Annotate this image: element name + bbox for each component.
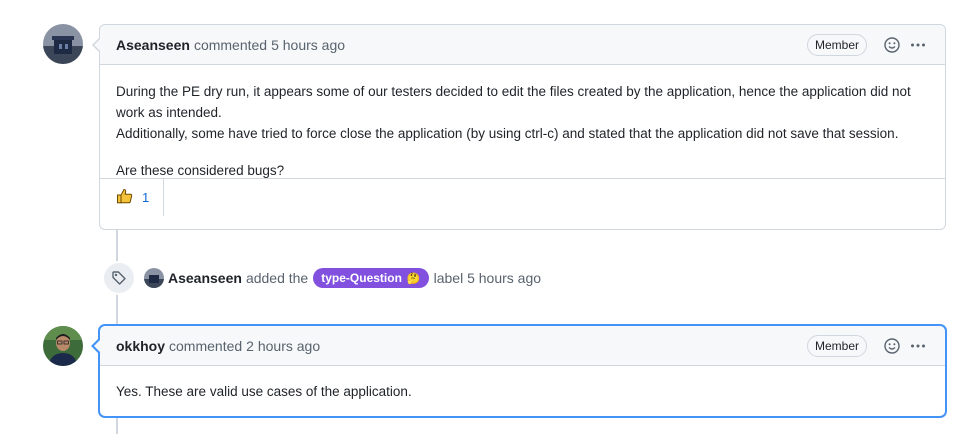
comment-box: Aseanseen commented 5 hours ago Member D… xyxy=(92,24,946,230)
event-actor[interactable]: Aseanseen xyxy=(168,270,242,286)
comment-time[interactable]: 2 hours ago xyxy=(246,338,320,354)
label-emoji: 🤔 xyxy=(406,272,421,285)
avatar[interactable] xyxy=(144,268,164,288)
comment-time[interactable]: 5 hours ago xyxy=(271,37,345,53)
thumbs-up-icon xyxy=(116,187,134,208)
comment-action: commented xyxy=(193,36,268,53)
thumbs-up-reaction-button[interactable]: 1 xyxy=(100,179,165,216)
add-reaction-icon[interactable] xyxy=(881,335,903,357)
kebab-menu-icon[interactable] xyxy=(907,34,929,56)
event-suffix: label 5 hours ago xyxy=(433,270,542,286)
event-verb: added the xyxy=(245,270,309,286)
comment-body: During the PE dry run, it appears some o… xyxy=(100,65,945,178)
comment-author[interactable]: Aseanseen xyxy=(116,37,190,53)
comment-box: okkhoy commented 2 hours ago Member Yes.… xyxy=(91,325,946,417)
label-name: type-Question xyxy=(321,271,402,285)
member-badge: Member xyxy=(806,33,867,56)
comment-body: Yes. These are valid use cases of the ap… xyxy=(100,366,945,414)
avatar[interactable] xyxy=(43,24,83,64)
comment-author[interactable]: okkhoy xyxy=(116,338,165,354)
reactions-bar: 1 xyxy=(100,178,945,216)
label-event: Aseanseen added the type-Question 🤔 labe… xyxy=(102,261,542,295)
comment-paragraph: During the PE dry run, it appears some o… xyxy=(116,84,911,120)
avatar[interactable] xyxy=(43,326,83,366)
comment-action: commented xyxy=(169,337,243,354)
label-pill[interactable]: type-Question 🤔 xyxy=(313,268,429,288)
add-reaction-icon[interactable] xyxy=(881,34,903,56)
comment-paragraph: Additionally, some have tried to force c… xyxy=(116,126,899,141)
reaction-count: 1 xyxy=(142,190,150,205)
comment-paragraph: Yes. These are valid use cases of the ap… xyxy=(116,384,412,399)
member-badge: Member xyxy=(806,334,867,357)
tag-icon xyxy=(102,261,136,295)
comment-header: Aseanseen commented 5 hours ago Member xyxy=(100,25,945,65)
comment-header: okkhoy commented 2 hours ago Member xyxy=(100,326,945,366)
kebab-menu-icon[interactable] xyxy=(907,335,929,357)
